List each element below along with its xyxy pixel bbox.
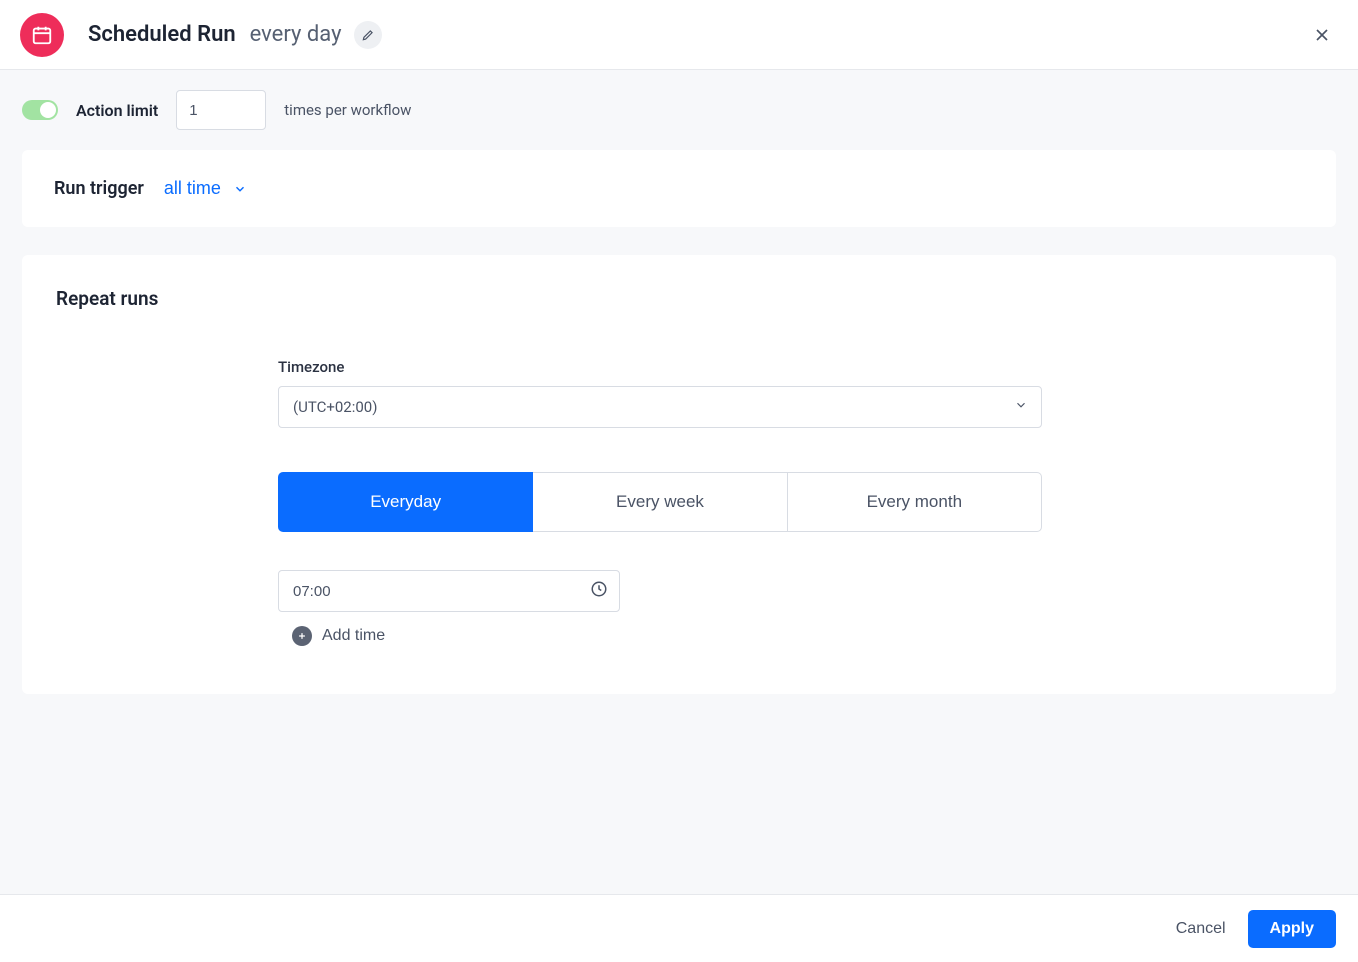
add-time-label: Add time (322, 627, 385, 645)
dialog-header: Scheduled Run every day (0, 0, 1358, 70)
edit-title-button[interactable] (354, 21, 382, 49)
repeat-runs-card: Repeat runs Timezone (UTC+02:00) Everyda… (22, 255, 1336, 694)
run-trigger-dropdown[interactable]: all time (164, 178, 247, 199)
repeat-runs-title: Repeat runs (56, 287, 1302, 310)
calendar-icon (20, 13, 64, 57)
timezone-value: (UTC+02:00) (293, 398, 377, 416)
pencil-icon (361, 28, 375, 42)
action-limit-suffix: times per workflow (284, 101, 411, 119)
dialog-subtitle: every day (250, 22, 342, 47)
timezone-label: Timezone (278, 358, 1302, 376)
close-button[interactable] (1306, 19, 1338, 51)
chevron-down-icon (233, 182, 247, 196)
close-icon (1312, 25, 1332, 45)
run-trigger-label: Run trigger (54, 178, 144, 199)
time-input[interactable] (278, 570, 620, 612)
action-limit-label: Action limit (76, 101, 158, 120)
dialog-footer: Cancel Apply (0, 894, 1358, 962)
run-trigger-card: Run trigger all time (22, 150, 1336, 227)
add-time-button[interactable]: Add time (278, 626, 385, 646)
cancel-button[interactable]: Cancel (1176, 920, 1226, 938)
plus-icon (292, 626, 312, 646)
run-trigger-value: all time (164, 178, 221, 199)
dialog-body: Action limit times per workflow Run trig… (0, 70, 1358, 894)
frequency-segment-group: Everyday Every week Every month (278, 472, 1042, 532)
action-limit-row: Action limit times per workflow (0, 70, 1358, 150)
action-limit-toggle[interactable] (22, 100, 58, 120)
dialog-title: Scheduled Run (88, 22, 236, 47)
action-limit-input[interactable] (176, 90, 266, 130)
timezone-select[interactable]: (UTC+02:00) (278, 386, 1042, 428)
segment-every-month[interactable]: Every month (788, 472, 1042, 532)
apply-button[interactable]: Apply (1248, 910, 1336, 948)
segment-everyday[interactable]: Everyday (278, 472, 533, 532)
segment-every-week[interactable]: Every week (533, 472, 787, 532)
